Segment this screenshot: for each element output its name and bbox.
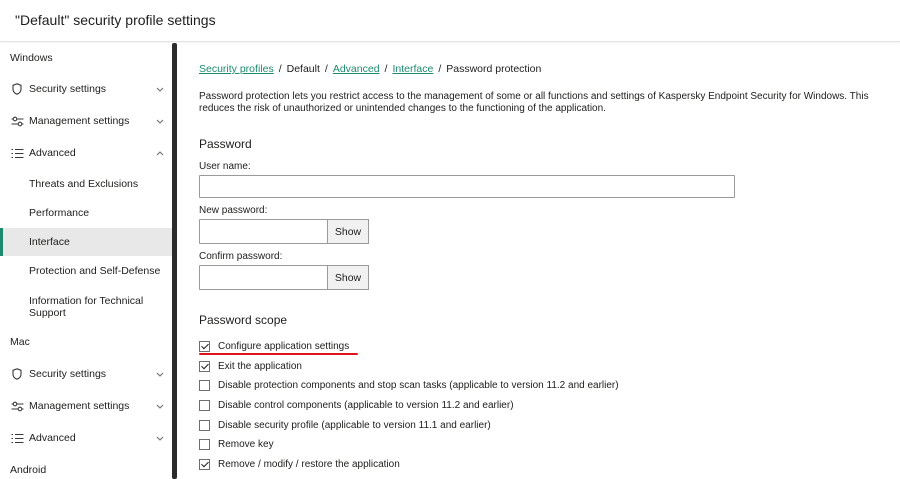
checkbox[interactable]	[199, 340, 210, 352]
chevron-down-icon	[156, 370, 164, 378]
sidebar-item-information-for-technical-support[interactable]: Information for Technical Support	[0, 289, 172, 321]
sidebar-item-interface[interactable]: Interface	[0, 228, 172, 256]
breadcrumb-interface-link[interactable]: Interface	[392, 63, 433, 75]
checkbox[interactable]	[199, 360, 210, 372]
checkbox-label: Remove key	[218, 438, 274, 450]
new-password-field[interactable]	[199, 219, 328, 244]
breadcrumb-separator: /	[278, 63, 282, 75]
scope-exit-the-application[interactable]: Exit the application	[199, 359, 302, 373]
confirm-password-label: Confirm password:	[199, 251, 283, 262]
breadcrumb-password-protection: Password protection	[446, 63, 542, 75]
password-scope-section-title: Password scope	[199, 313, 288, 327]
scope-remove-modify-restore[interactable]: Remove / modify / restore the applicatio…	[199, 457, 400, 471]
breadcrumb-advanced-link[interactable]: Advanced	[333, 63, 380, 75]
chevron-down-icon	[156, 434, 164, 442]
sidebar-item-label: Information for Technical Support	[29, 295, 144, 319]
sidebar-item-label: Security settings	[29, 368, 107, 380]
sidebar-item-windows-management-settings[interactable]: Management settings	[0, 107, 172, 135]
user-name-field[interactable]	[199, 175, 735, 198]
shield-icon	[10, 367, 24, 381]
checkbox[interactable]	[199, 399, 210, 411]
sidebar-item-label: Management settings	[29, 115, 130, 127]
sidebar-item-windows-advanced[interactable]: Advanced	[0, 139, 172, 167]
list-icon	[10, 431, 24, 445]
breadcrumb-security-profiles-link[interactable]: Security profiles	[199, 63, 274, 75]
sidebar-item-label: Protection and Self-Defense	[29, 265, 161, 277]
sidebar-item-label: Threats and Exclusions	[29, 178, 139, 190]
shield-icon	[10, 82, 24, 96]
show-confirm-password-button[interactable]: Show	[327, 265, 369, 290]
page-title: "Default" security profile settings	[15, 12, 216, 28]
main-content: Security profiles / Default / Advanced / Inter…	[178, 43, 900, 479]
sidebar-item-performance[interactable]: Performance	[0, 200, 172, 226]
sidebar-item-label: Performance	[29, 207, 90, 219]
scope-disable-control-components[interactable]: Disable control components (applicable t…	[199, 398, 514, 412]
chevron-down-icon	[156, 85, 164, 93]
sidebar-group-android: Android	[10, 464, 47, 476]
sidebar-item-mac-advanced[interactable]: Advanced	[0, 424, 172, 452]
sidebar-item-label: Interface	[29, 236, 70, 248]
checkbox-label: Configure application settings	[218, 340, 350, 352]
sidebar-group-windows: Windows	[10, 52, 53, 64]
list-icon	[10, 146, 24, 160]
chevron-down-icon	[156, 402, 164, 410]
checkbox[interactable]	[199, 438, 210, 450]
page-description: Password protection lets you restrict ac…	[199, 91, 869, 114]
sidebar-item-mac-security-settings[interactable]: Security settings	[0, 360, 172, 388]
user-name-label: User name:	[199, 161, 251, 172]
confirm-password-field[interactable]	[199, 265, 328, 290]
checkbox-label: Disable protection components and stop s…	[218, 379, 619, 391]
breadcrumb-separator: /	[384, 63, 388, 75]
scope-remove-key[interactable]: Remove key	[199, 437, 274, 451]
scope-disable-protection-components[interactable]: Disable protection components and stop s…	[199, 378, 619, 392]
sidebar-item-windows-security-settings[interactable]: Security settings	[0, 75, 172, 103]
sidebar-item-label: Advanced	[29, 432, 76, 444]
sidebar-item-label: Management settings	[29, 400, 130, 412]
breadcrumb-separator: /	[438, 63, 442, 75]
checkbox-label: Remove / modify / restore the applicatio…	[218, 458, 400, 470]
breadcrumb: Security profiles / Default / Advanced / Inter…	[199, 63, 541, 75]
highlight-underline	[199, 353, 358, 355]
show-new-password-button[interactable]: Show	[327, 219, 369, 244]
breadcrumb-default: Default	[286, 63, 320, 75]
checkbox[interactable]	[199, 379, 210, 391]
sliders-icon	[10, 399, 24, 413]
checkbox-label: Exit the application	[218, 360, 302, 372]
sidebar-item-protection-and-self-defense[interactable]: Protection and Self-Defense	[0, 258, 172, 284]
checkbox-label: Disable control components (applicable t…	[218, 399, 514, 411]
chevron-down-icon	[156, 117, 164, 125]
sidebar-item-label: Advanced	[29, 147, 76, 159]
checkbox[interactable]	[199, 419, 210, 431]
page-header: "Default" security profile settings	[0, 0, 900, 42]
scope-configure-application-settings[interactable]: Configure application settings	[199, 339, 349, 353]
scope-disable-security-profile[interactable]: Disable security profile (applicable to …	[199, 418, 491, 432]
sidebar-scrollbar[interactable]	[172, 43, 177, 479]
sidebar-item-threats-and-exclusions[interactable]: Threats and Exclusions	[0, 171, 172, 197]
sidebar-item-mac-management-settings[interactable]: Management settings	[0, 392, 172, 420]
password-section-title: Password	[199, 137, 252, 151]
sidebar: Windows Security settings Management set…	[0, 43, 172, 479]
chevron-up-icon	[156, 149, 164, 157]
new-password-label: New password:	[199, 205, 268, 216]
breadcrumb-separator: /	[324, 63, 328, 75]
sidebar-group-mac: Mac	[10, 336, 30, 348]
sidebar-item-label: Security settings	[29, 83, 107, 95]
sliders-icon	[10, 114, 24, 128]
checkbox-label: Disable security profile (applicable to …	[218, 419, 491, 431]
checkbox[interactable]	[199, 458, 210, 470]
